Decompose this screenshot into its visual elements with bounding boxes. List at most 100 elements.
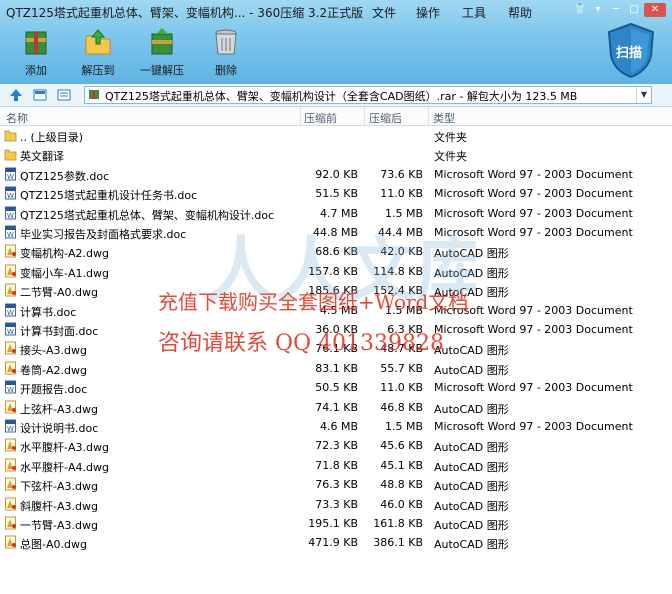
menu-icon[interactable]: ▾ <box>590 3 606 17</box>
menu-operate[interactable]: 操作 <box>416 4 440 21</box>
unpacked-size: 46.0 KB <box>380 497 423 511</box>
scan-label: 扫描 <box>616 46 643 61</box>
file-type: 文件夹 <box>434 150 467 164</box>
dwg-icon <box>4 341 17 355</box>
file-row[interactable]: W 开题报告.doc 50.5 KB 11.0 KB Microsoft Word 97… <box>0 378 672 397</box>
file-name: 计算书.doc <box>20 305 77 319</box>
up-arrow-icon[interactable] <box>8 87 24 103</box>
file-type: Microsoft Word 97 - 2003 Document <box>434 420 633 433</box>
file-row[interactable]: 水平腹杆-A4.dwg 71.8 KB 45.1 KB AutoCAD 图形 <box>0 456 672 475</box>
menu-file[interactable]: 文件 <box>372 4 396 21</box>
dwg-icon <box>4 516 17 530</box>
watermark-line2: 咨询请联系 QQ 401339828 <box>158 331 445 356</box>
file-name: 水平腹杆-A3.dwg <box>20 441 109 455</box>
file-name: 计算书封面.doc <box>20 325 99 338</box>
view-list-icon[interactable] <box>56 87 72 103</box>
file-row[interactable]: 卷筒-A2.dwg 83.1 KB 55.7 KB AutoCAD 图形 <box>0 359 672 378</box>
view-details-icon[interactable] <box>32 87 48 103</box>
file-type: AutoCAD 图形 <box>434 538 509 552</box>
file-row[interactable]: 水平腹杆-A3.dwg 72.3 KB 45.6 KB AutoCAD 图形 <box>0 436 672 455</box>
dwg-icon <box>4 400 17 414</box>
file-name: QTZ125塔式起重机总体、臂架、变幅机构设计.doc <box>20 208 275 222</box>
file-name: 斜腹杆-A3.dwg <box>20 499 98 513</box>
unpacked-size: 386.1 KB <box>373 536 423 550</box>
file-name: 变幅小车-A1.dwg <box>20 266 109 280</box>
window-controls: 👕 ▾ ─ □ ✕ <box>572 3 666 17</box>
folder-up-icon <box>4 128 17 142</box>
add-button[interactable]: 添加 <box>6 26 66 78</box>
file-name: 开题报告.doc <box>20 383 88 397</box>
file-row[interactable]: 总图-A0.dwg 471.9 KB 386.1 KB AutoCAD 图形 <box>0 533 672 552</box>
file-name: 总图-A0.dwg <box>20 538 87 552</box>
file-type: 文件夹 <box>434 131 467 144</box>
add-label: 添加 <box>25 64 47 77</box>
file-row[interactable]: 下弦杆-A3.dwg 76.3 KB 48.8 KB AutoCAD 图形 <box>0 475 672 494</box>
menu-help[interactable]: 帮助 <box>508 4 532 21</box>
file-row[interactable]: 斜腹杆-A3.dwg 73.3 KB 46.0 KB AutoCAD 图形 <box>0 495 672 514</box>
file-name: 变幅机构-A2.dwg <box>20 247 109 261</box>
file-type: Microsoft Word 97 - 2003 Document <box>434 167 633 181</box>
dwg-icon <box>4 458 17 472</box>
file-row[interactable]: W QTZ125参数.doc 92.0 KB 73.6 KB Microsoft Wor… <box>0 165 672 184</box>
file-row[interactable]: W QTZ125塔式起重机总体、臂架、变幅机构设计.doc 4.7 MB 1.5 MB… <box>0 204 672 223</box>
archive-icon <box>89 90 99 99</box>
minimize-button[interactable]: ─ <box>608 3 624 17</box>
dwg-icon <box>4 497 17 511</box>
packed-size: 50.5 KB <box>315 381 358 395</box>
svg-text:W: W <box>7 192 14 200</box>
packed-size: 71.8 KB <box>315 458 358 472</box>
file-type: AutoCAD 图形 <box>434 499 509 513</box>
packed-size: 83.1 KB <box>315 361 358 375</box>
file-name: 接头-A3.dwg <box>20 344 87 358</box>
file-row[interactable]: 英文翻译 文件夹 <box>0 145 672 164</box>
word-doc-icon: W <box>4 419 17 433</box>
delete-button[interactable]: 删除 <box>196 26 256 78</box>
word-doc-icon: W <box>4 225 17 239</box>
file-row[interactable]: W 设计说明书.doc 4.6 MB 1.5 MB Microsoft Word 97 … <box>0 417 672 436</box>
one-click-extract-button[interactable]: 一键解压 <box>132 26 192 78</box>
close-button[interactable]: ✕ <box>644 3 666 17</box>
scan-button[interactable]: 扫描 <box>606 22 656 79</box>
menu-tools[interactable]: 工具 <box>462 4 486 21</box>
file-name: QTZ125参数.doc <box>20 169 110 183</box>
col-name[interactable]: 名称 <box>6 110 28 126</box>
unpacked-size: 1.5 MB <box>384 420 423 433</box>
word-doc-icon: W <box>4 303 17 317</box>
word-doc-icon: W <box>4 167 17 181</box>
file-row[interactable]: 一节臂-A3.dwg 195.1 KB 161.8 KB AutoCAD 图形 <box>0 514 672 533</box>
file-row[interactable]: W QTZ125塔式起重机设计任务书.doc 51.5 KB 11.0 KB Micro… <box>0 184 672 203</box>
dwg-icon <box>4 264 17 278</box>
packed-size: 4.7 MB <box>319 206 358 220</box>
file-type: Microsoft Word 97 - 2003 Document <box>434 206 633 220</box>
one-click-extract-icon <box>151 28 173 55</box>
file-name: 英文翻译 <box>20 150 64 164</box>
file-type: AutoCAD 图形 <box>434 441 509 455</box>
file-name: 水平腹杆-A4.dwg <box>20 460 109 474</box>
svg-text:W: W <box>7 173 14 181</box>
file-name: QTZ125塔式起重机设计任务书.doc <box>20 189 198 203</box>
file-row[interactable]: .. (上级目录) 文件夹 <box>0 126 672 145</box>
file-name: 上弦杆-A3.dwg <box>20 402 98 416</box>
archive-path: QTZ125塔式起重机总体、臂架、变幅机构设计（全套含CAD图纸）.rar - … <box>105 90 578 103</box>
chevron-down-icon[interactable]: ▼ <box>636 87 651 103</box>
unpacked-size: 11.0 KB <box>380 187 423 201</box>
file-type: Microsoft Word 97 - 2003 Document <box>434 381 633 395</box>
extract-to-button[interactable]: 解压到 <box>68 26 128 78</box>
unpacked-size: 161.8 KB <box>373 517 423 530</box>
packed-size: 4.6 MB <box>319 420 358 433</box>
file-row[interactable]: 上弦杆-A3.dwg 74.1 KB 46.8 KB AutoCAD 图形 <box>0 398 672 417</box>
unpacked-size: 55.7 KB <box>380 361 423 375</box>
col-type[interactable]: 类型 <box>433 110 455 126</box>
unpacked-size: 11.0 KB <box>380 381 423 395</box>
column-header: 名称 压缩前 压缩后 类型 <box>0 107 672 126</box>
skin-icon[interactable]: 👕 <box>572 3 588 17</box>
svg-text:W: W <box>7 309 14 317</box>
address-bar[interactable]: QTZ125塔式起重机总体、臂架、变幅机构设计（全套含CAD图纸）.rar - … <box>84 86 652 104</box>
col-unpacked[interactable]: 压缩后 <box>369 110 402 126</box>
one-click-extract-label: 一键解压 <box>140 64 184 77</box>
col-packed[interactable]: 压缩前 <box>304 110 337 126</box>
file-name: 卷筒-A2.dwg <box>20 363 87 377</box>
unpacked-size: 73.6 KB <box>380 167 423 181</box>
maximize-button[interactable]: □ <box>626 3 642 17</box>
window-title: QTZ125塔式起重机总体、臂架、变幅机构... - 360压缩 3.2正式版 <box>6 6 364 20</box>
